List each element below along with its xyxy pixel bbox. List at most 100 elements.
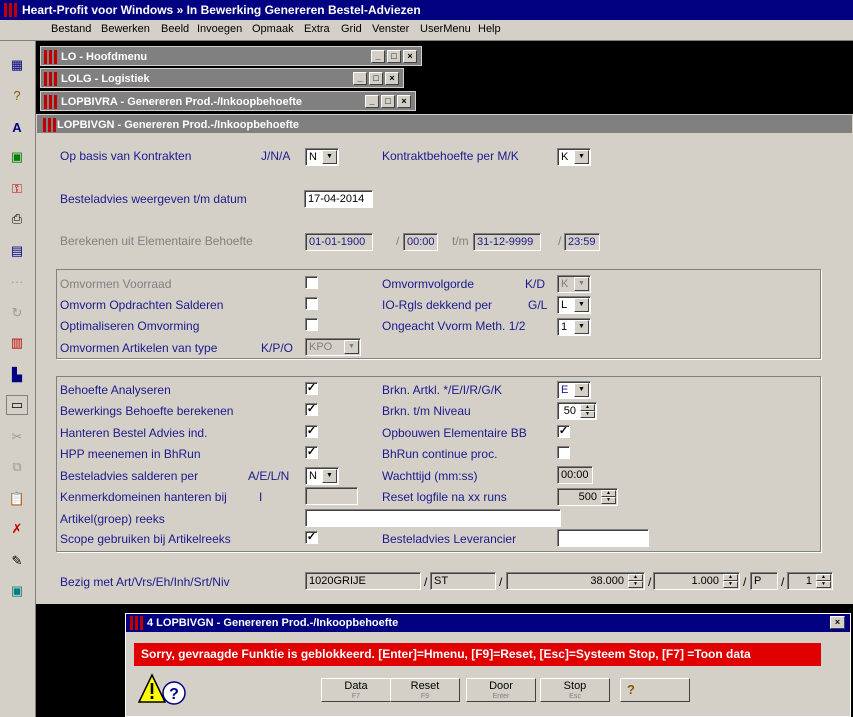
scope-gebruiken-label: Scope gebruiken bij Artikelreeks — [60, 532, 231, 546]
io-rgls-hint: G/L — [528, 298, 548, 312]
behoefte-analyseren-checkbox[interactable]: ✓ — [305, 382, 318, 395]
menu-bestand[interactable]: Bestand — [50, 23, 92, 35]
reset-button[interactable]: Reset F9 — [390, 678, 460, 702]
menu-bewerken[interactable]: Bewerken — [100, 23, 151, 35]
chevron-down-icon[interactable]: ▼ — [574, 298, 589, 312]
close-button[interactable]: × — [403, 50, 417, 63]
chevron-down-icon[interactable]: ▼ — [574, 383, 589, 397]
slash-separator: / — [558, 234, 562, 248]
bezig-srt-field: P — [750, 572, 778, 590]
dialog-title: 4 LOPBIVGN - Genereren Prod.-/Inkoopbeho… — [147, 617, 399, 629]
chevron-down-icon[interactable]: ▼ — [322, 150, 337, 164]
door-button[interactable]: Door Enter — [466, 678, 536, 702]
menu-venster[interactable]: Venster — [371, 23, 410, 35]
data-button[interactable]: Data F7 — [321, 678, 391, 702]
spin-down-icon[interactable]: ▼ — [601, 497, 616, 504]
minimize-button[interactable]: _ — [371, 50, 385, 63]
folder-icon[interactable]: ▣ — [6, 147, 28, 167]
window-title: LOPBIVRA - Genereren Prod.-/Inkoopbehoef… — [61, 96, 303, 108]
help-icon[interactable]: ? — [6, 85, 28, 105]
bewerkings-behoefte-checkbox[interactable]: ✓ — [305, 403, 318, 416]
form-icon[interactable]: ▤ — [6, 241, 28, 261]
printer-icon[interactable]: ⎙ — [6, 209, 28, 229]
artikel-reeks-input[interactable] — [305, 509, 561, 527]
minimize-button[interactable]: _ — [353, 72, 367, 85]
dialog-title-bar: 4 LOPBIVGN - Genereren Prod.-/Inkoopbeho… — [126, 614, 850, 632]
behoefte-analyseren-label: Behoefte Analyseren — [60, 383, 171, 397]
window-lopbivgn[interactable]: LOPBIVGN - Genereren Prod.-/Inkoopbehoef… — [36, 114, 853, 134]
close-button[interactable]: × — [385, 72, 399, 85]
date-to-field: 31-12-9999 — [473, 233, 541, 251]
scope-gebruiken-checkbox[interactable]: ✓ — [305, 531, 318, 544]
copy-icon[interactable]: ⧉ — [6, 457, 28, 477]
edit-icon[interactable]: ✎ — [6, 551, 28, 571]
omvormvolgorde-select[interactable]: K ▼ — [557, 275, 591, 293]
hpp-meenemen-checkbox[interactable]: ✓ — [305, 446, 318, 459]
slash-separator: / — [648, 575, 652, 589]
font-icon[interactable]: A — [6, 117, 28, 137]
export-icon[interactable]: ▥ — [6, 333, 28, 353]
menu-invoegen[interactable]: Invoegen — [196, 23, 243, 35]
window-hoofdmenu[interactable]: LO - Hoofdmenu _ □ × — [40, 46, 422, 66]
calendar-icon[interactable]: ▦ — [6, 55, 28, 75]
opbouwen-checkbox[interactable]: ✓ — [557, 425, 570, 438]
ongeacht-select[interactable]: 1 ▼ — [557, 318, 591, 336]
besteladvies-leverancier-input[interactable] — [557, 529, 649, 547]
omvormen-artikelen-select[interactable]: KPO ▼ — [305, 338, 361, 356]
hanteren-bestel-checkbox[interactable]: ✓ — [305, 425, 318, 438]
menu-grid[interactable]: Grid — [340, 23, 363, 35]
menu-help[interactable]: Help — [477, 23, 502, 35]
omvormen-voorraad-checkbox[interactable] — [305, 276, 318, 289]
besteladvies-label: Besteladvies weergeven t/m datum — [60, 192, 247, 206]
chevron-down-icon[interactable]: ▼ — [344, 340, 359, 354]
menu-extra[interactable]: Extra — [303, 23, 331, 35]
reset-logfile-stepper[interactable]: 500 ▲ ▼ — [557, 488, 618, 506]
app-logo-icon — [4, 3, 18, 17]
close-button[interactable]: × — [830, 616, 845, 629]
chevron-down-icon[interactable]: ▼ — [574, 277, 589, 291]
refresh-icon[interactable]: ↻ — [6, 303, 28, 323]
stop-button[interactable]: Stop Esc — [540, 678, 610, 702]
delete-icon[interactable]: ✗ — [6, 519, 28, 539]
brkn-artkl-select[interactable]: E ▼ — [557, 381, 591, 399]
date-from-field: 01-01-1900 — [305, 233, 373, 251]
kontrakt-select[interactable]: K ▼ — [557, 148, 591, 166]
chart-icon[interactable]: ▙ — [6, 365, 28, 385]
chevron-down-icon[interactable]: ▼ — [574, 320, 589, 334]
menu-beeld[interactable]: Beeld — [160, 23, 190, 35]
close-button[interactable]: × — [397, 95, 411, 108]
maximize-button[interactable]: □ — [387, 50, 401, 63]
besteladvies-date-input[interactable]: 17-04-2014 — [304, 190, 373, 208]
spin-down-icon: ▼ — [723, 581, 738, 588]
spin-down-icon[interactable]: ▼ — [580, 411, 595, 418]
op-basis-select[interactable]: N ▼ — [305, 148, 339, 166]
window-icon[interactable]: ▭ — [6, 395, 28, 415]
left-toolbar: ▦ ? A ▣ ⚿ ⎙ ▤ ··· ↻ ▥ ▙ ▭ ✂ ⧉ 📋 ✗ ✎ ▣ — [0, 41, 36, 717]
maximize-button[interactable]: □ — [381, 95, 395, 108]
paste-icon[interactable]: 📋 — [6, 489, 28, 509]
key-icon[interactable]: ⚿ — [6, 179, 28, 199]
minimize-button[interactable]: _ — [365, 95, 379, 108]
window-logistiek[interactable]: LOLG - Logistiek _ □ × — [40, 68, 404, 88]
monitor-icon[interactable]: ▣ — [6, 581, 28, 601]
kenmerkdomeinen-hint: I — [259, 490, 263, 504]
window-lopbivra[interactable]: LOPBIVRA - Genereren Prod.-/Inkoopbehoef… — [40, 91, 416, 111]
optimaliseren-checkbox[interactable] — [305, 318, 318, 331]
bezig-vrs-field: ST — [430, 572, 496, 590]
io-rgls-select[interactable]: L ▼ — [557, 296, 591, 314]
maximize-button[interactable]: □ — [369, 72, 383, 85]
omvorm-opdrachten-checkbox[interactable] — [305, 297, 318, 310]
besteladvies-salderen-select[interactable]: N ▼ — [305, 467, 339, 485]
spin-up-icon[interactable]: ▲ — [601, 490, 616, 497]
menu-opmaak[interactable]: Opmaak — [251, 23, 295, 35]
chevron-down-icon[interactable]: ▼ — [322, 469, 337, 483]
menu-usermenu[interactable]: UserMenu — [419, 23, 472, 35]
cut-icon[interactable]: ✂ — [6, 427, 28, 447]
bhrun-continue-checkbox[interactable] — [557, 446, 570, 459]
help-button[interactable]: ? — [620, 678, 690, 702]
spin-up-icon[interactable]: ▲ — [580, 404, 595, 411]
dots-icon[interactable]: ··· — [6, 271, 28, 291]
chevron-down-icon[interactable]: ▼ — [574, 150, 589, 164]
brkn-niveau-stepper[interactable]: 50 ▲ ▼ — [557, 402, 597, 420]
bhrun-continue-label: BhRun continue proc. — [382, 447, 498, 461]
